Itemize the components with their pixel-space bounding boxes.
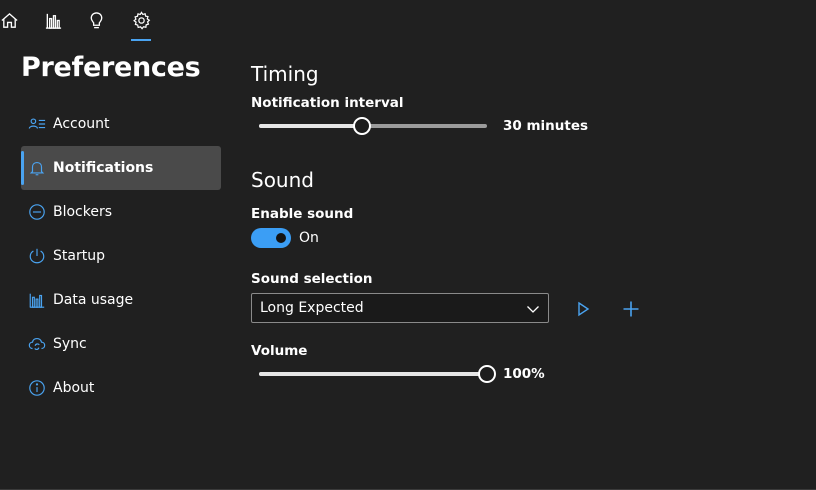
sound-selection-dropdown[interactable]: Long Expected xyxy=(251,293,549,323)
nav-home-button[interactable] xyxy=(0,0,26,40)
gear-icon xyxy=(132,10,150,30)
volume-label: Volume xyxy=(251,343,308,359)
settings-content: Timing Notification interval 30 minutes … xyxy=(251,0,811,490)
sidebar-item-startup[interactable]: Startup xyxy=(21,234,221,278)
sound-selection-value: Long Expected xyxy=(260,300,364,316)
enable-sound-state: On xyxy=(299,230,319,246)
notification-interval-slider[interactable] xyxy=(259,117,487,135)
sidebar-item-label: Data usage xyxy=(53,292,134,308)
notification-interval-value: 30 minutes xyxy=(503,118,589,134)
bell-icon xyxy=(29,162,45,176)
data-usage-icon xyxy=(29,293,45,308)
sidebar-item-sync[interactable]: Sync xyxy=(21,322,221,366)
slider-thumb[interactable] xyxy=(478,365,496,383)
sound-heading: Sound xyxy=(251,168,314,192)
block-icon xyxy=(29,204,45,220)
sidebar-item-label: About xyxy=(53,380,95,396)
sidebar-item-label: Blockers xyxy=(53,204,113,220)
page-title: Preferences xyxy=(21,52,201,83)
add-sound-button[interactable] xyxy=(619,297,643,321)
nav-stats-button[interactable] xyxy=(36,0,70,40)
notification-interval-label: Notification interval xyxy=(251,95,404,111)
power-icon xyxy=(29,248,45,264)
play-icon xyxy=(578,301,590,317)
enable-sound-label: Enable sound xyxy=(251,206,354,222)
sidebar: Account Notifications Blockers Startup D… xyxy=(21,102,221,410)
slider-fill xyxy=(259,124,362,128)
volume-slider[interactable] xyxy=(259,365,496,383)
plus-icon xyxy=(623,301,639,317)
nav-tips-button[interactable] xyxy=(79,0,113,40)
play-sound-button[interactable] xyxy=(571,297,595,321)
sidebar-item-label: Sync xyxy=(53,336,87,352)
slider-fill xyxy=(259,372,487,376)
info-icon xyxy=(29,380,45,396)
sidebar-item-label: Account xyxy=(53,116,110,132)
sidebar-item-label: Startup xyxy=(53,248,105,264)
nav-settings-button[interactable] xyxy=(124,0,158,40)
sidebar-item-notifications[interactable]: Notifications xyxy=(21,146,221,190)
sound-selection-label: Sound selection xyxy=(251,271,373,287)
lightbulb-icon xyxy=(90,11,102,28)
volume-value: 100% xyxy=(503,366,545,382)
toggle-knob xyxy=(276,233,286,243)
timing-heading: Timing xyxy=(251,62,319,86)
nav-active-indicator xyxy=(131,39,151,41)
cloud-sync-icon xyxy=(28,338,46,351)
sidebar-item-data-usage[interactable]: Data usage xyxy=(21,278,221,322)
home-icon xyxy=(0,12,18,28)
sidebar-item-account[interactable]: Account xyxy=(21,102,221,146)
sidebar-item-about[interactable]: About xyxy=(21,366,221,410)
chevron-down-icon xyxy=(527,306,539,313)
slider-thumb[interactable] xyxy=(353,117,371,135)
sidebar-item-label: Notifications xyxy=(53,160,154,176)
sidebar-item-blockers[interactable]: Blockers xyxy=(21,190,221,234)
account-icon xyxy=(28,118,46,129)
enable-sound-toggle[interactable] xyxy=(251,228,291,248)
bar-chart-icon xyxy=(45,13,61,29)
